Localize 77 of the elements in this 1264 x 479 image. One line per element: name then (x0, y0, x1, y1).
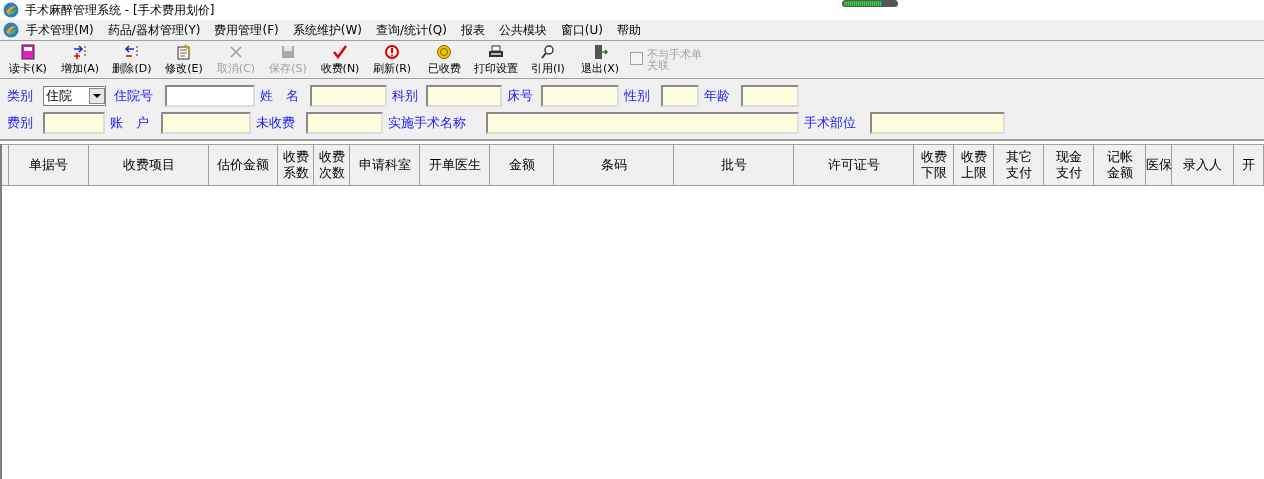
input-field[interactable] (43, 111, 105, 134)
checkmark-icon (332, 43, 348, 60)
field-label: 未收费 (256, 113, 296, 132)
column-header[interactable]: 批号 (674, 145, 794, 185)
menu-item[interactable]: 手术管理(M) (19, 21, 101, 39)
input-field[interactable] (306, 111, 383, 134)
toolbar-button[interactable]: 收费(N) (314, 43, 366, 76)
field-label: 床号 (507, 86, 534, 105)
input-field[interactable] (310, 84, 387, 107)
app-logo-icon (3, 2, 19, 18)
column-header[interactable]: 收费上限 (954, 145, 994, 185)
edit-icon (176, 43, 192, 60)
field-label: 账 户 (110, 113, 150, 132)
input-field[interactable] (165, 84, 255, 107)
scroll-indicator-drawing (842, 0, 898, 7)
menu-item[interactable]: 费用管理(F) (207, 21, 286, 39)
field-label: 住院号 (114, 86, 154, 105)
column-header[interactable]: 许可证号 (794, 145, 914, 185)
column-header[interactable]: 其它支付 (994, 145, 1044, 185)
toolbar-button[interactable]: 刷新(R) (366, 43, 418, 76)
exit-door-icon (592, 43, 608, 60)
toolbar-button[interactable]: 打印设置 (470, 43, 522, 76)
menu-item[interactable]: 公共模块 (491, 21, 554, 39)
menu-item[interactable]: 报表 (453, 21, 492, 39)
column-header[interactable]: 录入人 (1172, 145, 1234, 185)
toolbar-button[interactable]: 修改(E) (158, 43, 210, 76)
toolbar-button[interactable]: 增加(A) (54, 43, 106, 76)
toolbar-button[interactable]: 引用(I) (522, 43, 574, 76)
column-header[interactable]: 收费下限 (914, 145, 954, 185)
refresh-icon (384, 43, 400, 60)
input-field[interactable] (870, 111, 1005, 134)
toolbar-button[interactable]: 退出(X) (574, 43, 626, 76)
field-label: 姓 名 (260, 86, 300, 105)
field-label: 年龄 (704, 86, 731, 105)
app-logo-icon[interactable] (3, 22, 19, 38)
type-dropdown[interactable]: 住院 (43, 85, 106, 106)
toolbar-button[interactable]: 删除(D) (106, 43, 158, 76)
input-field[interactable] (426, 84, 502, 107)
input-field[interactable] (661, 84, 699, 107)
menu-item[interactable]: 查询/统计(Q) (368, 21, 454, 39)
input-field[interactable] (541, 84, 619, 107)
column-header[interactable]: 现金支付 (1044, 145, 1094, 185)
dropdown-arrow-icon (93, 93, 101, 98)
column-header[interactable]: 开单医生 (420, 145, 490, 185)
delete-icon (124, 43, 140, 60)
column-header[interactable]: 收费项目 (89, 145, 209, 185)
card-icon (20, 43, 36, 60)
input-field[interactable] (741, 84, 799, 107)
input-field[interactable] (486, 111, 799, 134)
add-icon (72, 43, 88, 60)
toolbar-button[interactable]: 读卡(K) (2, 43, 54, 76)
input-field[interactable] (161, 111, 251, 134)
column-header[interactable]: 收费系数 (278, 145, 314, 185)
column-header[interactable]: 医保 (1146, 145, 1172, 185)
menu-item[interactable]: 系统维护(W) (285, 21, 369, 39)
field-label: 类别 (7, 86, 34, 105)
menu-item[interactable]: 窗口(U) (553, 21, 610, 39)
field-label: 实施手术名称 (388, 113, 467, 132)
menu-item[interactable]: 药品/器材管理(Y) (100, 21, 208, 39)
search-icon (540, 43, 556, 60)
window-title: 手术麻醉管理系统 - [手术费用划价] (25, 1, 215, 19)
toolbar-button[interactable]: 已收费 (418, 43, 470, 76)
field-label: 性别 (624, 86, 651, 105)
column-header[interactable]: 条码 (554, 145, 674, 185)
field-label: 费别 (7, 113, 34, 132)
column-header[interactable]: 开 (1234, 145, 1264, 185)
field-label: 手术部位 (804, 113, 857, 132)
field-label: 科别 (392, 86, 419, 105)
column-header[interactable]: 记帐金额 (1094, 145, 1146, 185)
column-header[interactable]: 金额 (490, 145, 554, 185)
column-header[interactable]: 收费次数 (314, 145, 350, 185)
printer-icon (488, 43, 504, 60)
column-header[interactable]: 估价金额 (209, 145, 278, 185)
menu-item[interactable]: 帮助 (610, 21, 648, 39)
coin-icon (436, 43, 452, 60)
column-header[interactable]: 申请科室 (350, 145, 420, 185)
column-header[interactable]: 单据号 (9, 145, 89, 185)
